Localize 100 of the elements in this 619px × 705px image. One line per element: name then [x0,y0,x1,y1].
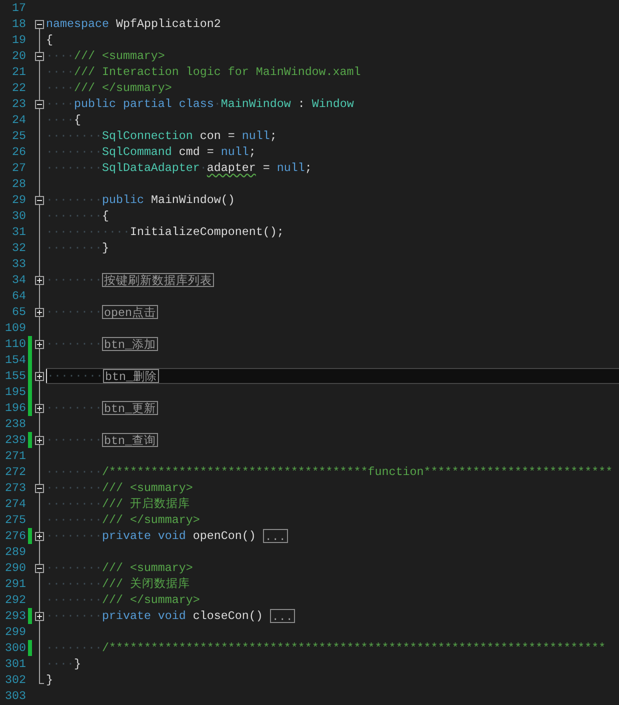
code-text: = [262,160,271,176]
collapsed-region[interactable]: btn_添加 [102,337,158,351]
line-number: 27 [11,160,26,176]
expand-icon[interactable] [34,612,44,620]
line-number: 272 [4,464,26,480]
type-name: SqlDataAdapter [102,160,200,176]
line-number: 24 [11,112,26,128]
expand-icon[interactable] [34,276,44,284]
line-number: 110 [4,336,26,352]
expand-icon[interactable] [34,340,44,348]
keyword: public partial class [74,96,214,112]
whitespace-marks: ········ [46,432,102,448]
line-number: 25 [11,128,26,144]
whitespace-marks: ···· [46,112,74,128]
collapsed-region[interactable]: btn_删除 [102,369,159,383]
code-text: MainWindow() [150,192,235,208]
code-text: : [296,96,306,112]
collapse-icon[interactable] [34,52,44,60]
expand-icon[interactable] [34,404,44,412]
expand-icon[interactable] [34,436,44,444]
line-number: 31 [11,224,26,240]
keyword: private void [102,608,186,624]
whitespace-marks: ········ [46,496,102,512]
line-number: 238 [4,416,26,432]
code-text: ; [248,144,256,160]
collapsed-region[interactable]: btn_更新 [102,401,158,415]
code-text: WpfApplication2 [114,16,221,32]
whitespace-marks: ········ [46,608,102,624]
code-comment: /// </summary> [102,592,200,608]
line-number: 29 [11,192,26,208]
code-text: closeCon() [192,608,264,624]
line-number: 299 [4,624,26,640]
keyword: null [276,160,305,176]
collapsed-region[interactable]: open点击 [102,305,158,319]
expand-icon[interactable] [34,372,44,380]
line-number: 276 [4,528,26,544]
line-number: 289 [4,544,26,560]
code-text: { [102,208,109,224]
line-number: 154 [4,352,26,368]
code-text: InitializeComponent(); [130,224,284,240]
code-text: cmd = [178,144,215,160]
line-number: 155 [4,368,26,384]
code-comment: /// <summary> [74,48,165,64]
code-text: } [46,672,53,688]
code-comment: /// Interaction logic for MainWindow.xaml [74,64,361,80]
line-number: 30 [11,208,26,224]
code-text: con = [198,128,236,144]
type-name: SqlConnection [102,128,193,144]
line-number: 239 [4,432,26,448]
collapsed-region[interactable]: ... [270,609,295,623]
keyword: public [102,192,144,208]
whitespace-marks: ········ [46,160,102,176]
whitespace-mark: · [200,160,207,176]
collapse-icon[interactable] [34,100,44,108]
keyword: null [220,144,249,160]
whitespace-marks: ···· [46,48,74,64]
line-number: 34 [11,272,26,288]
line-number: 33 [11,256,26,272]
code-text: ; [270,128,277,144]
whitespace-marks: ········ [46,464,102,480]
line-number: 300 [4,640,26,656]
whitespace-marks: ········ [46,272,102,288]
whitespace-marks: ········ [47,368,103,384]
code-comment: /// <summary> [102,480,193,496]
collapsed-region[interactable]: 按键刷新数据库列表 [102,273,214,287]
whitespace-marks: ············ [46,224,130,240]
line-number: 17 [11,0,26,16]
code-text: { [46,32,53,48]
collapse-icon[interactable] [34,196,44,204]
line-number: 291 [4,576,26,592]
line-number: 271 [4,448,26,464]
text-cursor [46,369,47,383]
collapse-icon[interactable] [34,564,44,572]
code-comment: /*********************************************************************** [102,640,606,656]
expand-icon[interactable] [34,308,44,316]
keyword: null [242,128,270,144]
line-number: 20 [11,48,26,64]
whitespace-marks: ········ [46,592,102,608]
keyword: namespace [46,16,109,32]
code-comment: /// 开启数据库 [102,496,190,512]
code-text-warning: adapter [206,160,256,176]
line-number: 26 [11,144,26,160]
whitespace-marks: ········ [46,144,102,160]
code-comment: /// </summary> [102,512,200,528]
whitespace-marks: ········ [46,512,102,528]
collapsed-region[interactable]: btn_查询 [102,433,158,447]
line-number: 302 [4,672,26,688]
collapsed-region[interactable]: ... [262,529,288,543]
expand-icon[interactable] [34,532,44,540]
collapse-icon[interactable] [34,484,44,492]
line-number: 19 [11,32,26,48]
line-number: 274 [4,496,26,512]
whitespace-marks: ········ [46,640,102,656]
line-number: 65 [11,304,26,320]
code-text: ; [304,160,312,176]
code-comment: /// </summary> [74,80,172,96]
collapse-icon[interactable] [34,20,44,28]
line-number: 32 [11,240,26,256]
whitespace-marks: ········ [46,560,102,576]
whitespace-marks: ···· [46,96,74,112]
